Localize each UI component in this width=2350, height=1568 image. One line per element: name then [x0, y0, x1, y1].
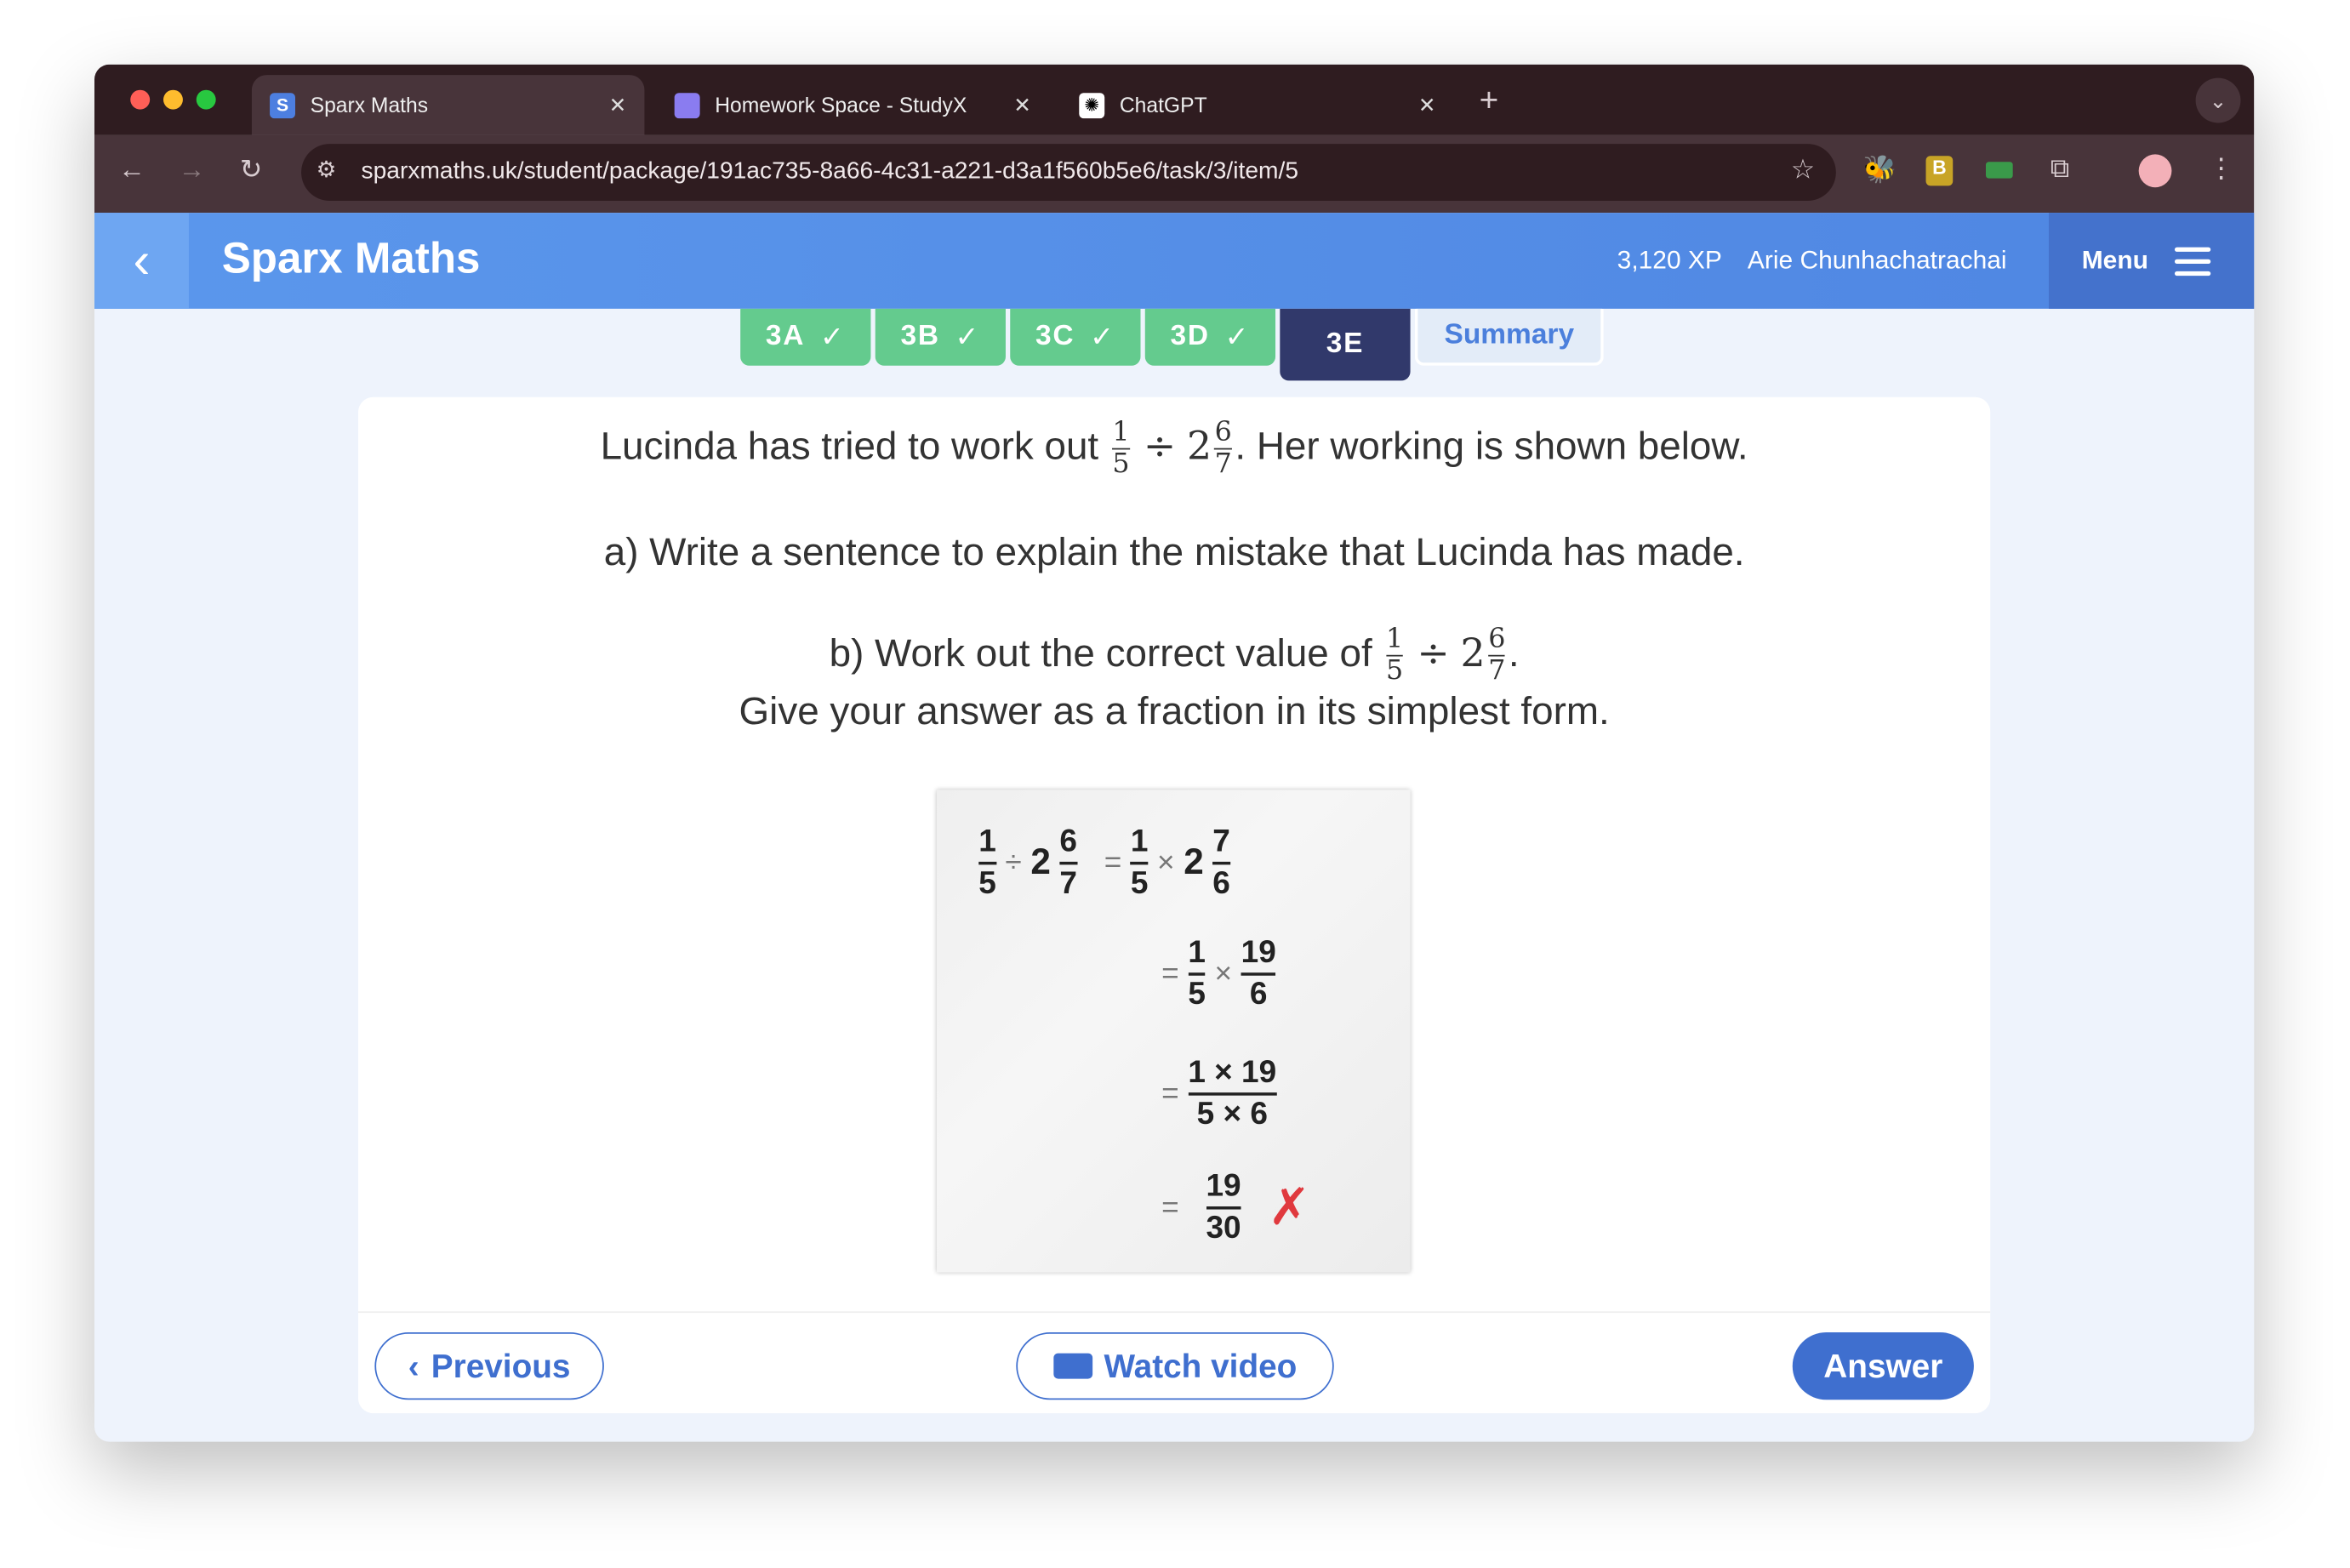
browser-window: S Sparx Maths ✕ Homework Space - StudyX ✕ ✺…	[94, 64, 2255, 1442]
xp-count: 3,120 XP	[1617, 245, 1722, 275]
step-3b[interactable]: 3B ✓	[875, 308, 1006, 366]
forward-icon[interactable]: →	[179, 154, 206, 185]
app-title: Sparx Maths	[221, 235, 481, 283]
menu-button[interactable]: Menu	[2048, 213, 2255, 309]
step-label: 3D	[1170, 320, 1210, 352]
tab-title: Sparx Maths	[310, 93, 429, 117]
extension-b-icon[interactable]: B	[1925, 156, 1954, 186]
bookmark-star-icon[interactable]: ☆	[1791, 154, 1815, 185]
wrong-cross-icon: ✗	[1268, 1179, 1311, 1237]
menu-label: Menu	[2081, 245, 2148, 275]
check-icon: ✓	[1224, 321, 1251, 353]
previous-label: Previous	[431, 1346, 571, 1384]
question-card: Lucinda has tried to work out 15 ÷ 267. …	[357, 396, 1991, 1414]
working-row-2: = 1 5 × 19 6	[1161, 935, 1276, 1012]
step-3a[interactable]: 3A ✓	[740, 308, 871, 366]
extension-bee-icon[interactable]: 🐝	[1863, 154, 1897, 185]
hamburger-icon	[2175, 246, 2211, 276]
card-footer: ‹ Previous Watch video Answer	[357, 1311, 1991, 1413]
step-label: 3B	[900, 320, 940, 352]
address-bar-row: ← → ↻ ⚙ sparxmaths.uk/student/package/191…	[94, 134, 2255, 214]
tab-title: Homework Space - StudyX	[715, 93, 967, 117]
close-tab-icon[interactable]: ✕	[1418, 92, 1436, 117]
question-part-b-instruction: Give your answer as a fraction in its si…	[739, 687, 1610, 733]
step-summary[interactable]: Summary	[1414, 308, 1604, 366]
profile-avatar[interactable]	[2138, 154, 2172, 188]
close-tab-icon[interactable]: ✕	[609, 92, 627, 117]
answer-label: Answer	[1823, 1346, 1943, 1384]
extension-money-icon[interactable]	[1985, 162, 2013, 179]
watch-video-button[interactable]: Watch video	[1016, 1331, 1334, 1400]
working-row-1: 1 5 ÷ 2 6 7 = 1 5 × 2 7 6	[978, 824, 1230, 901]
working-row-4: = 19 30 ✗	[1161, 1168, 1311, 1246]
sparx-favicon-icon: S	[270, 92, 296, 118]
task-steps: 3A ✓ 3B ✓ 3C ✓ 3D ✓ 3E Summary	[740, 308, 1604, 381]
answer-button[interactable]: Answer	[1792, 1331, 1974, 1400]
question-part-b: b) Work out the correct value of 15 ÷ 26…	[829, 623, 1520, 687]
studyx-favicon-icon	[674, 92, 700, 118]
close-tab-icon[interactable]: ✕	[1013, 92, 1031, 117]
step-label: 3E	[1326, 328, 1365, 360]
extensions-puzzle-icon[interactable]: ⧉	[2051, 153, 2070, 185]
chevron-left-icon: ‹	[408, 1346, 419, 1384]
tab-chatgpt[interactable]: ✺ ChatGPT ✕	[1061, 75, 1454, 134]
tab-bar: S Sparx Maths ✕ Homework Space - StudyX ✕ ✺…	[94, 64, 2255, 135]
tab-studyx[interactable]: Homework Space - StudyX ✕	[657, 75, 1050, 134]
url-text: sparxmaths.uk/student/package/191ac735-8…	[361, 158, 1299, 185]
app-header: ‹ Sparx Maths 3,120 XP Arie Chunhachatra…	[94, 213, 2255, 309]
step-3d[interactable]: 3D ✓	[1144, 308, 1276, 366]
tab-sparx[interactable]: S Sparx Maths ✕	[251, 75, 645, 135]
step-3e[interactable]: 3E	[1280, 308, 1411, 381]
check-icon: ✓	[819, 321, 846, 353]
window-controls[interactable]	[130, 89, 216, 110]
question-part-a: a) Write a sentence to explain the mista…	[603, 528, 1745, 574]
step-label: 3C	[1035, 320, 1075, 352]
check-icon: ✓	[955, 321, 981, 353]
more-menu-icon[interactable]: ⋮	[2208, 153, 2235, 185]
tab-list-chevron-icon[interactable]: ⌄	[2195, 77, 2241, 123]
question-line-1: Lucinda has tried to work out 15 ÷ 267. …	[600, 416, 1748, 480]
new-tab-icon[interactable]: +	[1480, 81, 1499, 120]
back-chevron-button[interactable]: ‹	[94, 213, 189, 309]
step-label: Summary	[1444, 319, 1575, 351]
step-label: 3A	[765, 320, 806, 352]
video-camera-icon	[1052, 1353, 1092, 1379]
previous-button[interactable]: ‹ Previous	[374, 1331, 604, 1400]
user-name: Arie Chunhachatrachai	[1747, 245, 2007, 275]
check-icon: ✓	[1089, 321, 1115, 353]
working-row-3: = 1 × 19 5 × 6	[1161, 1055, 1277, 1132]
reload-icon[interactable]: ↻	[240, 154, 263, 185]
url-input[interactable]: ⚙ sparxmaths.uk/student/package/191ac735-…	[301, 144, 1836, 202]
back-icon[interactable]: ←	[118, 154, 145, 185]
tab-title: ChatGPT	[1119, 93, 1207, 117]
step-3c[interactable]: 3C ✓	[1010, 308, 1141, 366]
watch-video-label: Watch video	[1104, 1346, 1298, 1384]
site-settings-icon[interactable]: ⚙	[317, 156, 337, 183]
chatgpt-favicon-icon: ✺	[1079, 92, 1105, 118]
working-image: 1 5 ÷ 2 6 7 = 1 5 × 2 7 6 = 1 5 × 19 6 = 1 × 19 5 × 6 = 19 30…	[936, 790, 1411, 1273]
